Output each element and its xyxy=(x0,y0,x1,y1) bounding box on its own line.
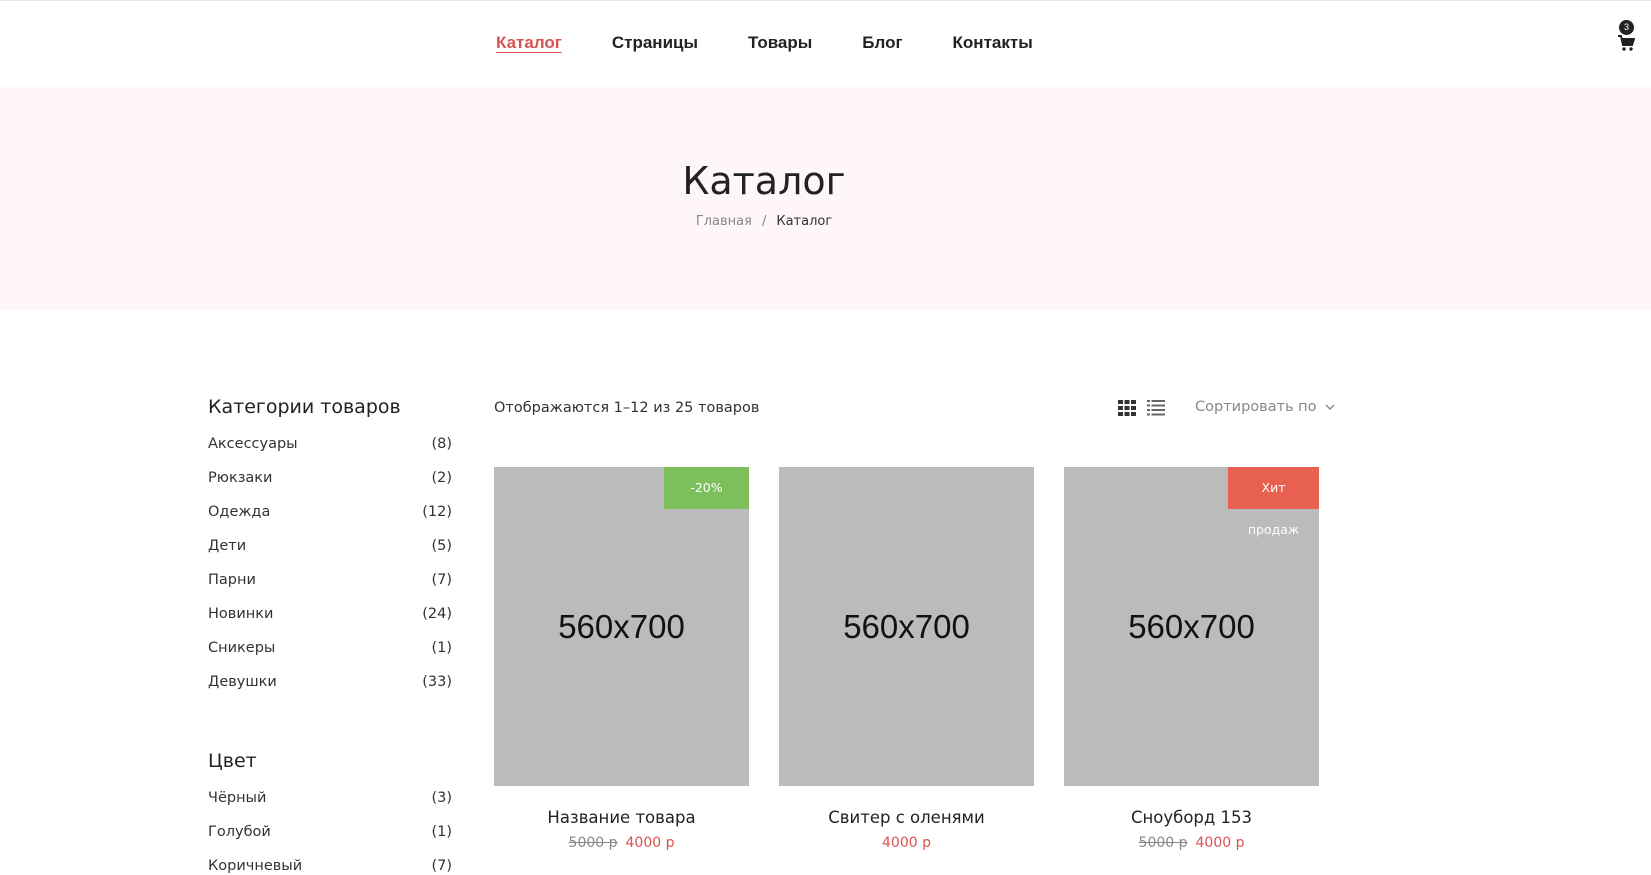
product-price: 4000 р xyxy=(779,835,1034,851)
sort-label: Сортировать по xyxy=(1195,399,1317,415)
category-count: (1) xyxy=(431,640,452,656)
category-label: Одежда xyxy=(208,504,271,520)
category-item[interactable]: Дети (5) xyxy=(208,536,452,570)
chevron-down-icon xyxy=(1325,404,1335,410)
category-item[interactable]: Девушки (33) xyxy=(208,672,452,706)
current-price: 4000 р xyxy=(625,835,675,851)
old-price: 5000 р xyxy=(568,835,618,851)
grid-view-icon[interactable] xyxy=(1118,400,1136,416)
category-label: Аксессуары xyxy=(208,436,298,452)
product-name[interactable]: Название товара xyxy=(494,808,749,827)
color-filter-item[interactable]: Чёрный (3) xyxy=(208,788,452,822)
category-label: Рюкзаки xyxy=(208,470,273,486)
discount-badge: -20% xyxy=(664,467,749,509)
color-filter-title: Цвет xyxy=(208,750,257,772)
current-price: 4000 р xyxy=(1195,835,1245,851)
category-item[interactable]: Одежда (12) xyxy=(208,502,452,536)
color-filter-item[interactable]: Коричневый (7) xyxy=(208,856,452,875)
category-count: (7) xyxy=(431,572,452,588)
product-image[interactable]: 560x700 -20% xyxy=(494,467,749,786)
nav-item-products[interactable]: Товары xyxy=(748,33,812,53)
page-hero: Каталог Главная / Каталог xyxy=(0,87,1651,310)
color-count: (7) xyxy=(431,858,452,874)
product-price: 5000 р 4000 р xyxy=(1064,835,1319,851)
main-nav: Каталог Страницы Товары Блог Контакты xyxy=(496,33,1033,53)
current-price: 4000 р xyxy=(882,835,931,851)
categories-title: Категории товаров xyxy=(208,396,401,418)
color-label: Голубой xyxy=(208,824,271,840)
breadcrumb-current: Каталог xyxy=(776,214,833,229)
category-label: Дети xyxy=(208,538,247,554)
sort-dropdown[interactable]: Сортировать по xyxy=(1195,399,1335,415)
product-card: 560x700 Хит продаж Сноуборд 153 5000 р 40… xyxy=(1064,467,1319,851)
breadcrumb: Главная / Каталог xyxy=(0,214,1528,229)
color-label: Чёрный xyxy=(208,790,267,806)
categories-list: Аксессуары (8) Рюкзаки (2) Одежда (12) Дети… xyxy=(208,434,452,706)
product-image[interactable]: 560x700 xyxy=(779,467,1034,786)
color-filter-widget: Цвет Чёрный (3) Голубой (1) Коричневый (7) xyxy=(208,750,452,875)
list-view-icon[interactable] xyxy=(1147,400,1165,416)
category-count: (8) xyxy=(431,436,452,452)
nav-item-contacts[interactable]: Контакты xyxy=(953,33,1033,53)
category-count: (12) xyxy=(422,504,452,520)
category-count: (2) xyxy=(431,470,452,486)
category-item[interactable]: Сникеры (1) xyxy=(208,638,452,672)
color-label: Коричневый xyxy=(208,858,303,874)
category-label: Девушки xyxy=(208,674,277,690)
product-name[interactable]: Сноуборд 153 xyxy=(1064,808,1319,827)
category-count: (33) xyxy=(422,674,452,690)
category-item[interactable]: Рюкзаки (2) xyxy=(208,468,452,502)
category-label: Парни xyxy=(208,572,256,588)
breadcrumb-home-link[interactable]: Главная xyxy=(696,214,752,229)
nav-item-catalog[interactable]: Каталог xyxy=(496,33,562,53)
nav-item-pages[interactable]: Страницы xyxy=(612,33,698,53)
nav-item-blog[interactable]: Блог xyxy=(862,33,902,53)
category-label: Новинки xyxy=(208,606,274,622)
product-image-placeholder-text: 560x700 xyxy=(558,607,685,645)
page-title: Каталог xyxy=(682,159,846,203)
result-count: Отображаются 1–12 из 25 товаров xyxy=(494,400,760,416)
bestseller-badge: Хит продаж xyxy=(1228,467,1319,537)
category-label: Сникеры xyxy=(208,640,276,656)
color-count: (1) xyxy=(431,824,452,840)
cart-count-badge: 3 xyxy=(1619,20,1634,35)
product-image-placeholder-text: 560x700 xyxy=(1128,607,1255,645)
category-item[interactable]: Новинки (24) xyxy=(208,604,452,638)
product-price: 5000 р 4000 р xyxy=(494,835,749,851)
category-item[interactable]: Парни (7) xyxy=(208,570,452,604)
category-item[interactable]: Аксессуары (8) xyxy=(208,434,452,468)
color-filter-item[interactable]: Голубой (1) xyxy=(208,822,452,856)
breadcrumb-separator: / xyxy=(761,214,767,229)
old-price: 5000 р xyxy=(1138,835,1188,851)
categories-widget: Категории товаров Аксессуары (8) Рюкзаки (… xyxy=(208,396,452,706)
category-count: (5) xyxy=(431,538,452,554)
site-header: Каталог Страницы Товары Блог Контакты 3 xyxy=(0,0,1651,87)
product-image-placeholder-text: 560x700 xyxy=(843,607,970,645)
cart-icon[interactable] xyxy=(1617,34,1637,54)
category-count: (24) xyxy=(422,606,452,622)
product-card: 560x700 -20% Название товара 5000 р 4000 … xyxy=(494,467,749,851)
product-card: 560x700 Свитер с оленями 4000 р xyxy=(779,467,1034,851)
product-image[interactable]: 560x700 Хит продаж xyxy=(1064,467,1319,786)
color-filter-list: Чёрный (3) Голубой (1) Коричневый (7) xyxy=(208,788,452,875)
product-name[interactable]: Свитер с оленями xyxy=(779,808,1034,827)
color-count: (3) xyxy=(431,790,452,806)
